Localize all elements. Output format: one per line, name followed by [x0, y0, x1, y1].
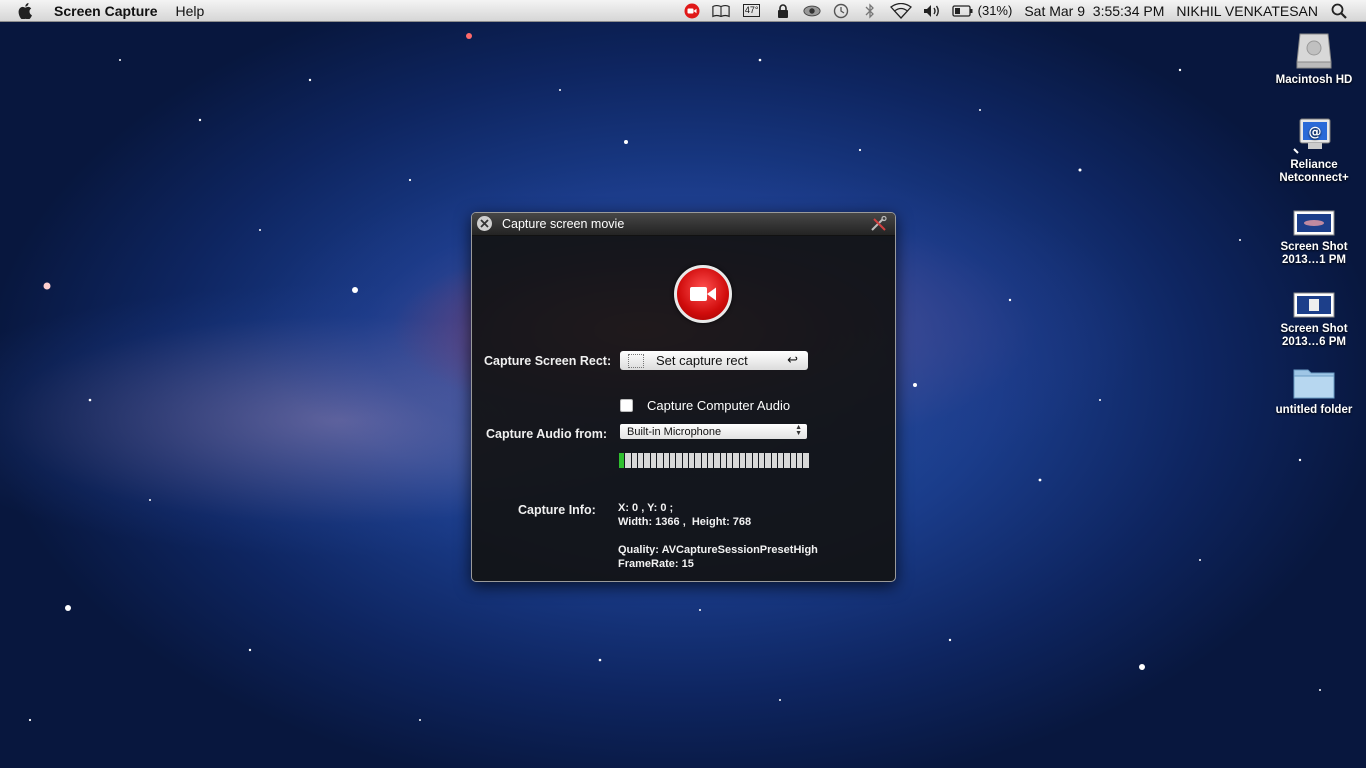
spotlight-search-icon[interactable] [1330, 2, 1348, 20]
audio-meter-segment [644, 453, 650, 468]
audio-meter-segment [771, 453, 777, 468]
capture-computer-audio-label[interactable]: Capture Computer Audio [647, 398, 790, 413]
desktop-icon-label: Macintosh HD [1275, 74, 1353, 86]
audio-meter-segment [619, 453, 625, 468]
record-indicator-icon[interactable] [683, 2, 701, 20]
menu-bar: Screen Capture Help 47° (31%) Sat Mar 9 … [0, 0, 1366, 22]
clock[interactable]: Sat Mar 9 3:55:34 PM [1024, 3, 1164, 19]
audio-meter-segment [631, 453, 638, 468]
audio-meter-segment [650, 453, 657, 468]
eye-icon[interactable] [803, 2, 821, 20]
close-icon[interactable] [477, 216, 492, 231]
capture-screen-movie-window: Capture screen movie Capture Screen Rect… [471, 212, 896, 582]
folder-icon [1292, 358, 1336, 400]
audio-source-select[interactable]: Built-in Microphone ▲ ▼ [620, 424, 807, 439]
temperature-value: 47° [742, 4, 761, 17]
audio-meter-segment [720, 453, 727, 468]
desktop-icon-macintosh-hd[interactable]: Macintosh HD [1273, 28, 1355, 87]
audio-meter-segment [784, 453, 790, 468]
capture-info-framerate: FrameRate: 15 [618, 558, 694, 570]
audio-meter-segment [676, 453, 682, 468]
time-machine-icon[interactable] [832, 2, 850, 20]
user-menu[interactable]: NIKHIL VENKATESAN [1176, 3, 1318, 19]
settings-tools-icon[interactable] [870, 215, 888, 232]
audio-meter-segment [638, 453, 644, 468]
audio-meter-segment [733, 453, 739, 468]
book-icon[interactable] [711, 2, 730, 20]
audio-meter-segment [777, 453, 784, 468]
capture-computer-audio-row: Capture Computer Audio [620, 398, 790, 413]
hard-drive-icon [1292, 28, 1336, 70]
set-capture-rect-button[interactable]: Set capture rect ↩ [620, 351, 808, 370]
audio-meter-segment [695, 453, 701, 468]
select-arrows-icon: ▲ ▼ [795, 424, 802, 437]
battery-percentage[interactable]: (31%) [978, 3, 1013, 18]
audio-meter-segment [790, 453, 797, 468]
return-key-icon: ↩ [787, 352, 798, 367]
desktop-icon-label: Screen Shot 2013…1 PM [1280, 241, 1348, 266]
capture-info-position: X: 0 , Y: 0 ; [618, 502, 674, 514]
audio-meter-segment [625, 453, 631, 468]
record-button[interactable] [674, 265, 732, 323]
audio-meter-segment [739, 453, 746, 468]
app-menu[interactable]: Screen Capture [54, 3, 157, 19]
set-capture-rect-label: Set capture rect [656, 353, 748, 368]
audio-meter-segment [752, 453, 758, 468]
capture-info-label: Capture Info: [518, 503, 596, 517]
help-menu[interactable]: Help [175, 3, 204, 19]
audio-level-meter [619, 453, 809, 468]
audio-meter-segment [688, 453, 695, 468]
bluetooth-icon[interactable] [861, 2, 879, 20]
temperature-icon[interactable]: 47° [741, 2, 763, 20]
audio-meter-segment [797, 453, 803, 468]
capture-rect-icon [628, 353, 644, 368]
audio-meter-segment [708, 453, 714, 468]
capture-screen-rect-label: Capture Screen Rect: [484, 354, 612, 368]
desktop-icon-label: untitled folder [1275, 404, 1353, 416]
capture-info-quality: Quality: AVCaptureSessionPresetHigh [618, 544, 818, 556]
audio-meter-segment [746, 453, 752, 468]
capture-info-size: Width: 1366 , Height: 768 [618, 516, 752, 528]
desktop-icon-reliance-netconnect[interactable]: @ Reliance Netconnect+ [1273, 113, 1355, 185]
desktop-icon-screenshot-1[interactable]: Screen Shot 2013…1 PM [1273, 195, 1355, 267]
desktop-icon-untitled-folder[interactable]: untitled folder [1273, 358, 1355, 417]
network-icon: @ [1292, 113, 1336, 155]
audio-source-value: Built-in Microphone [627, 425, 722, 438]
svg-text:@: @ [1309, 125, 1322, 140]
audio-meter-segment [727, 453, 733, 468]
screenshot-icon [1292, 277, 1336, 319]
battery-icon[interactable] [951, 2, 974, 20]
desktop-icon-label: Reliance Netconnect+ [1279, 159, 1349, 184]
audio-meter-segment [803, 453, 809, 468]
audio-meter-segment [758, 453, 765, 468]
capture-audio-from-label: Capture Audio from: [486, 427, 608, 441]
window-titlebar[interactable]: Capture screen movie [472, 213, 895, 236]
audio-meter-segment [714, 453, 720, 468]
desktop-icon-label: Screen Shot 2013…6 PM [1280, 323, 1348, 348]
audio-meter-segment [663, 453, 669, 468]
lock-icon[interactable] [774, 2, 792, 20]
audio-meter-segment [701, 453, 708, 468]
audio-meter-segment [657, 453, 663, 468]
audio-meter-segment [682, 453, 688, 468]
audio-meter-segment [765, 453, 771, 468]
apple-menu-icon[interactable] [18, 2, 40, 19]
wifi-icon[interactable] [889, 2, 912, 20]
audio-meter-segment [669, 453, 676, 468]
capture-computer-audio-checkbox[interactable] [620, 399, 633, 412]
video-camera-icon [690, 287, 716, 301]
screenshot-icon [1292, 195, 1336, 237]
window-title: Capture screen movie [502, 217, 625, 231]
desktop-icon-screenshot-2[interactable]: Screen Shot 2013…6 PM [1273, 277, 1355, 349]
volume-icon[interactable] [923, 2, 941, 20]
status-area: 47° (31%) Sat Mar 9 3:55:34 PM NIKHIL VE… [683, 0, 1366, 21]
